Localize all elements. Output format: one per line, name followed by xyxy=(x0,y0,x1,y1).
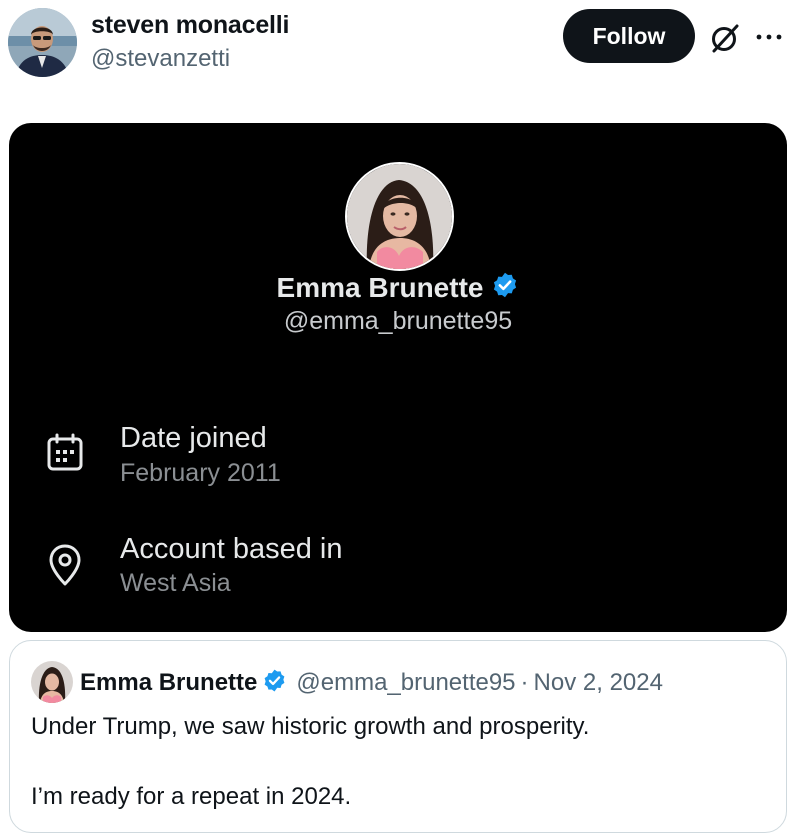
calendar-icon xyxy=(45,433,85,473)
location-pin-icon xyxy=(45,543,85,586)
profile-handle: @emma_brunette95 xyxy=(283,307,513,335)
location-label: Account based in xyxy=(120,533,343,565)
quoted-post[interactable]: Emma Brunette @emma_brunette95 · Nov 2, … xyxy=(9,640,787,833)
grok-icon[interactable] xyxy=(707,20,743,56)
quote-date[interactable]: Nov 2, 2024 xyxy=(534,669,663,697)
author-avatar[interactable] xyxy=(8,8,77,77)
more-icon[interactable] xyxy=(752,20,786,54)
profile-name-row: Emma Brunette xyxy=(9,271,787,304)
quote-author-name[interactable]: Emma Brunette xyxy=(80,669,257,697)
quote-header: Emma Brunette @emma_brunette95 · Nov 2, … xyxy=(80,668,663,698)
quote-text-line: Under Trump, we saw historic growth and … xyxy=(31,713,590,740)
quote-avatar[interactable] xyxy=(31,661,73,703)
quote-separator: · xyxy=(520,669,529,696)
author-handle[interactable]: @stevanzetti xyxy=(91,45,230,73)
quote-text-line: I’m ready for a repeat in 2024. xyxy=(31,783,352,810)
profile-picture xyxy=(345,162,454,271)
date-joined-value: February 2011 xyxy=(120,459,281,487)
quote-author-handle[interactable]: @emma_brunette95 xyxy=(296,669,515,697)
author-name[interactable]: steven monacelli xyxy=(91,11,289,40)
verified-badge-icon xyxy=(491,271,519,304)
date-joined-label: Date joined xyxy=(120,422,267,454)
follow-button[interactable]: Follow xyxy=(563,9,695,63)
media-image[interactable]: Emma Brunette @emma_brunette95 Date join… xyxy=(9,123,787,632)
verified-badge-icon xyxy=(262,668,287,698)
profile-name: Emma Brunette xyxy=(276,271,484,303)
location-value: West Asia xyxy=(120,569,231,597)
